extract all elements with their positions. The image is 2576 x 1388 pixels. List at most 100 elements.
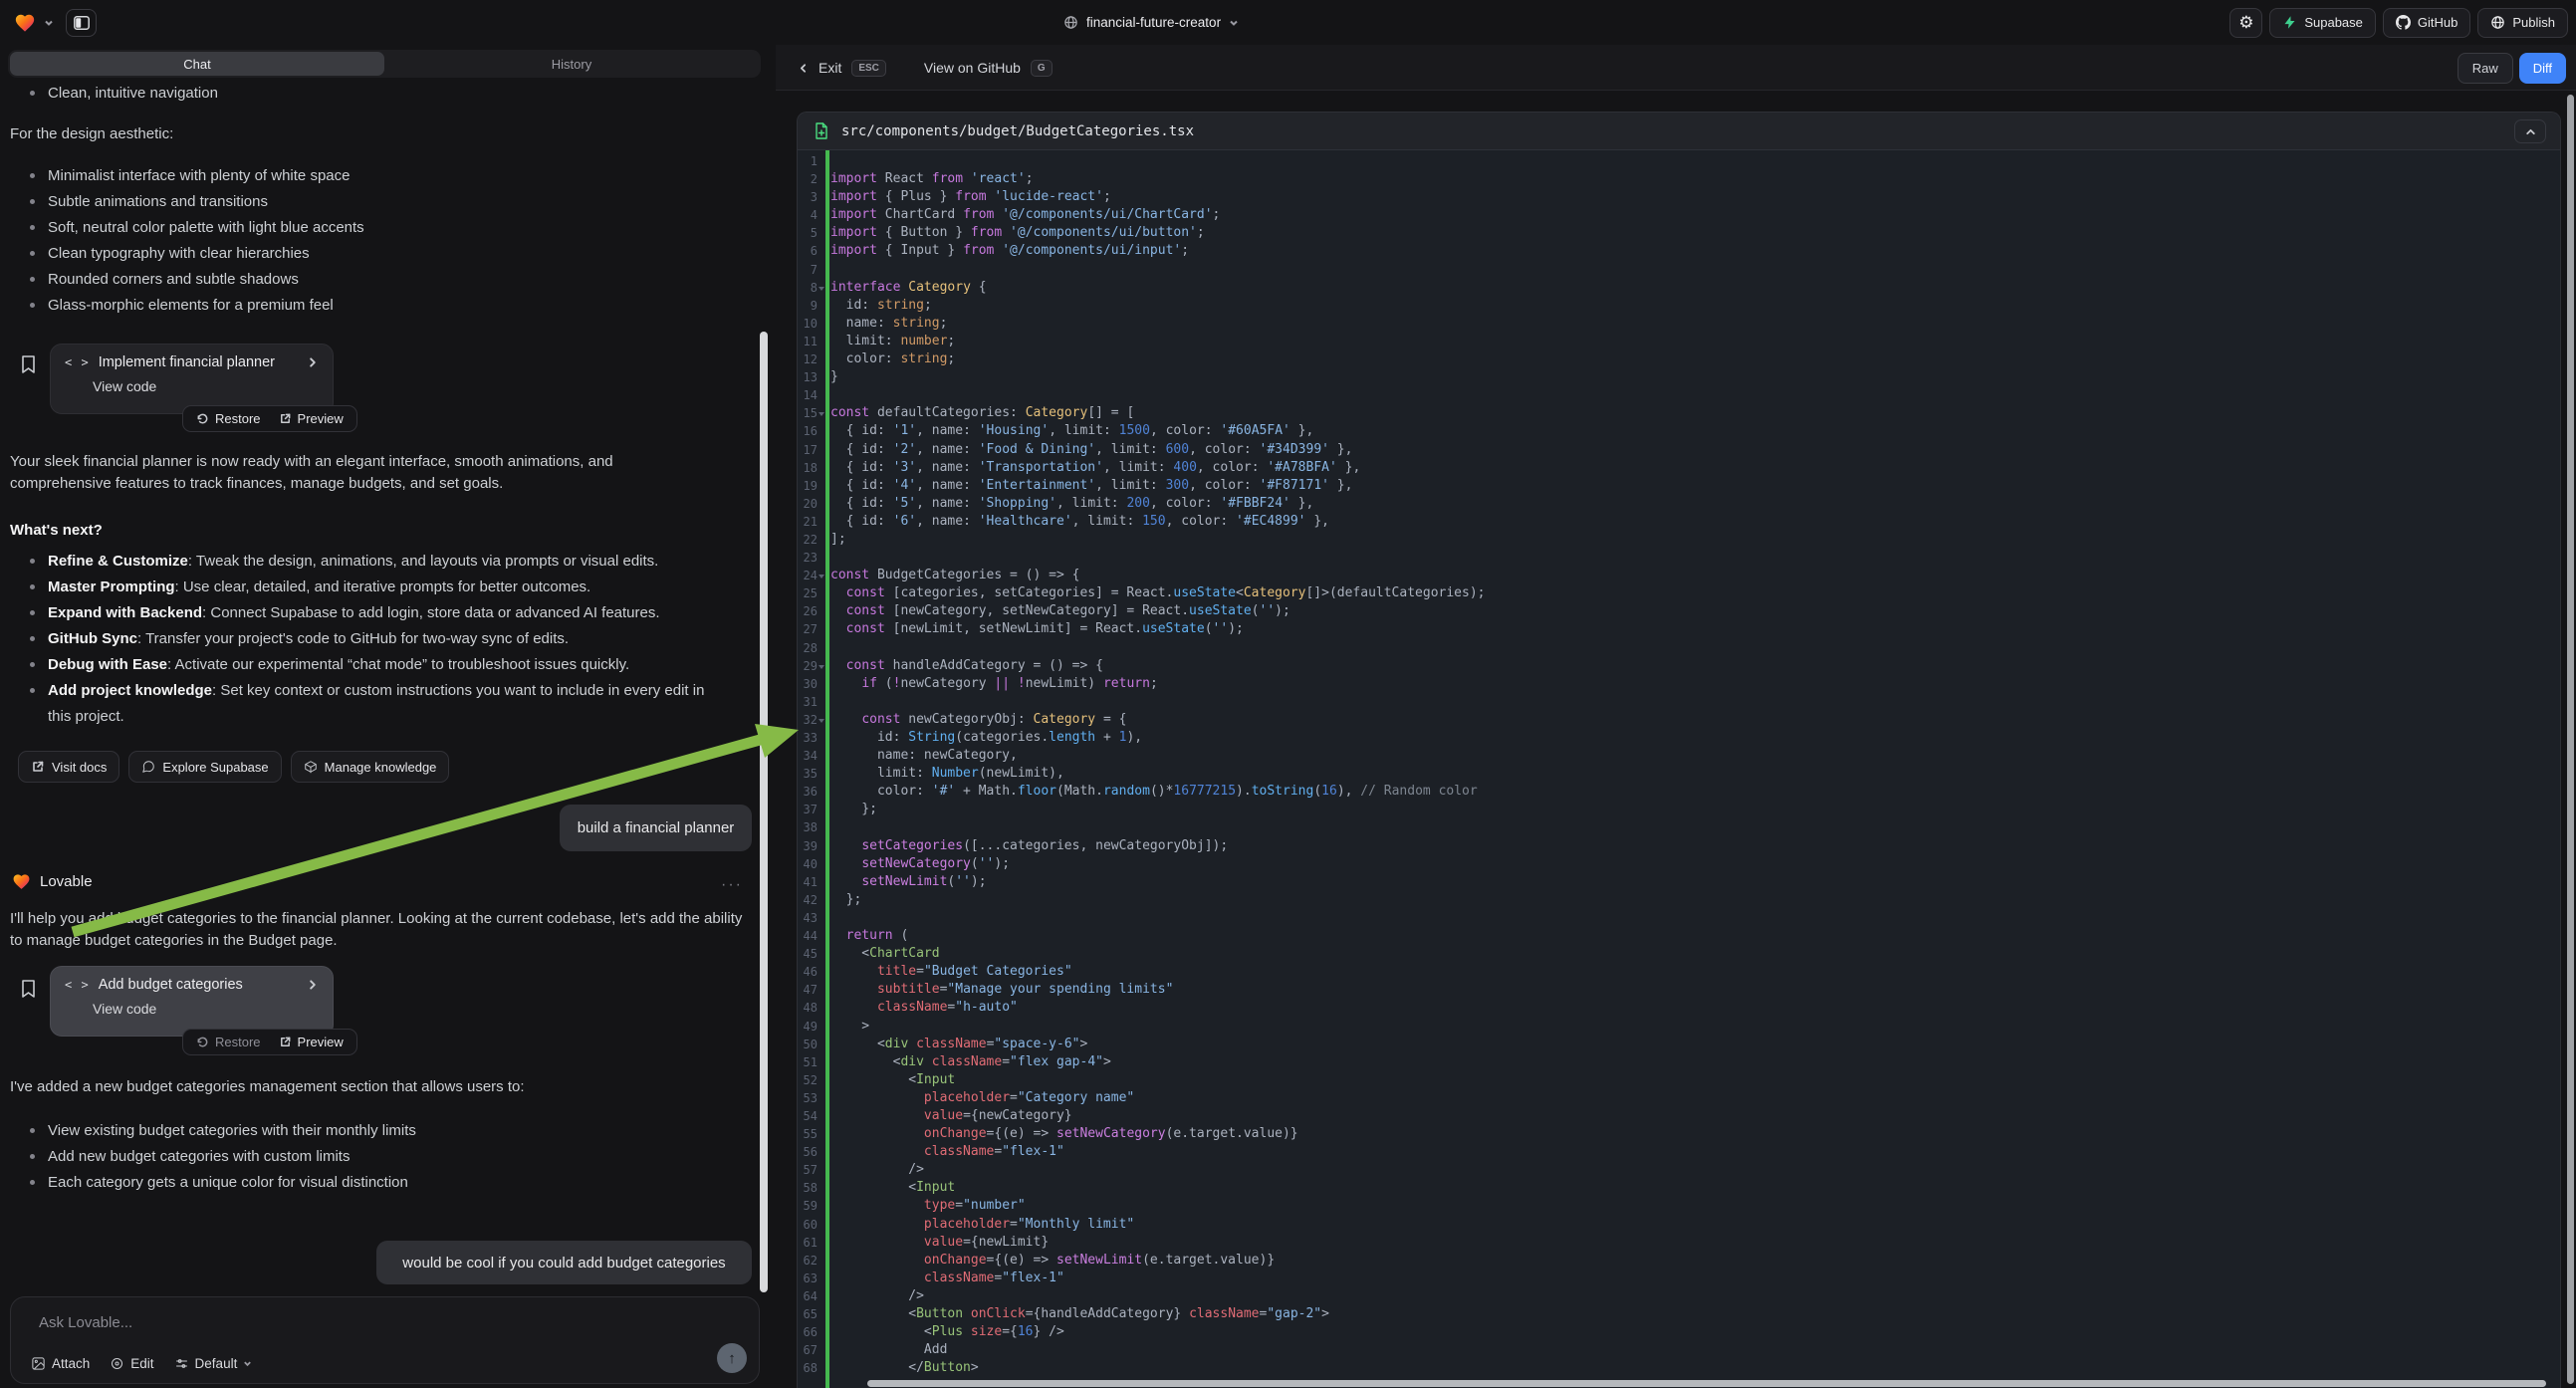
- view-code-link[interactable]: View code: [93, 378, 319, 394]
- raw-toggle-button[interactable]: Raw: [2458, 53, 2513, 84]
- view-on-github-button[interactable]: View on GitHub: [924, 60, 1021, 76]
- supabase-bolt-icon: [2282, 15, 2297, 30]
- chevron-down-icon[interactable]: [44, 18, 54, 28]
- line-number: 61: [798, 1234, 818, 1252]
- publish-button[interactable]: Publish: [2477, 8, 2568, 38]
- line-number: 49: [798, 1018, 818, 1036]
- supabase-button[interactable]: Supabase: [2269, 8, 2376, 38]
- suggestion-buttons-row: Visit docs Explore Supabase Manage knowl…: [18, 751, 449, 783]
- bookmark-icon[interactable]: [20, 354, 37, 374]
- code-line: 7: [798, 261, 2560, 279]
- list-item: Add new budget categories with custom li…: [10, 1144, 759, 1170]
- line-number: 57: [798, 1161, 818, 1179]
- view-code-link[interactable]: View code: [93, 1001, 319, 1017]
- settings-button[interactable]: ⚙: [2229, 8, 2262, 38]
- code-line: 29 const handleAddCategory = () => {: [798, 657, 2560, 675]
- fold-chevron-icon[interactable]: [819, 665, 824, 669]
- code-line: 39 setCategories([...categories, newCate…: [798, 837, 2560, 855]
- version-card-implement-financial-planner[interactable]: < > Implement financial planner View cod…: [50, 344, 334, 414]
- list-item: Clean typography with clear hierarchies: [10, 241, 759, 267]
- code-line: 56 className="flex-1": [798, 1143, 2560, 1161]
- line-number: 34: [798, 747, 818, 765]
- visit-docs-button[interactable]: Visit docs: [18, 751, 119, 783]
- code-line: 48 className="h-auto": [798, 999, 2560, 1017]
- line-number: 66: [798, 1323, 818, 1341]
- restore-button[interactable]: Restore: [187, 406, 270, 431]
- code-horizontal-scrollbar[interactable]: [867, 1380, 2546, 1387]
- code-line: 1: [798, 152, 2560, 170]
- code-line: 66 <Plus size={16} />: [798, 1323, 2560, 1341]
- list-item: Expand with Backend: Connect Supabase to…: [10, 600, 719, 626]
- fold-chevron-icon[interactable]: [819, 719, 824, 723]
- code-line: 47 subtitle="Manage your spending limits…: [798, 981, 2560, 999]
- version-card-add-budget-categories[interactable]: < > Add budget categories View code: [50, 966, 334, 1037]
- line-number: 28: [798, 639, 818, 657]
- diff-toggle-button[interactable]: Diff: [2519, 53, 2566, 84]
- project-switcher[interactable]: financial-future-creator: [1063, 0, 1239, 45]
- manage-knowledge-button[interactable]: Manage knowledge: [291, 751, 450, 783]
- exit-button[interactable]: Exit: [819, 60, 841, 76]
- mode-select[interactable]: Default: [174, 1356, 253, 1371]
- line-number: 26: [798, 602, 818, 620]
- sidebar-toggle-button[interactable]: [66, 9, 97, 37]
- preview-button[interactable]: Preview: [270, 1030, 352, 1054]
- tab-history[interactable]: History: [384, 52, 759, 76]
- line-number: 30: [798, 675, 818, 693]
- line-number: 15: [798, 404, 818, 422]
- code-line: 63 className="flex-1": [798, 1270, 2560, 1287]
- fold-chevron-icon[interactable]: [819, 575, 824, 578]
- list-item: Clean, intuitive navigation: [10, 81, 759, 107]
- send-button[interactable]: ↑: [717, 1343, 747, 1373]
- external-link-icon: [279, 1036, 292, 1048]
- esc-key-badge: ESC: [851, 60, 886, 77]
- code-icon: < >: [65, 978, 90, 992]
- code-line: 57 />: [798, 1161, 2560, 1179]
- code-editor[interactable]: 12import React from 'react';3import { Pl…: [798, 150, 2560, 1388]
- restore-button[interactable]: Restore: [187, 1030, 270, 1054]
- code-file-card: src/components/budget/BudgetCategories.t…: [797, 112, 2561, 1388]
- code-panel: Exit ESC View on GitHub G Raw Diff src/c…: [776, 45, 2576, 1388]
- github-button[interactable]: GitHub: [2383, 8, 2470, 38]
- lovable-heart-logo[interactable]: [14, 12, 36, 34]
- assistant-paragraph-2: I'll help you add budget categories to t…: [10, 908, 755, 952]
- collapse-file-button[interactable]: [2514, 119, 2546, 143]
- list-item: Debug with Ease: Activate our experiment…: [10, 652, 719, 678]
- file-path-bar[interactable]: src/components/budget/BudgetCategories.t…: [798, 113, 2560, 150]
- code-line: 11 limit: number;: [798, 333, 2560, 350]
- code-line: 4import ChartCard from '@/components/ui/…: [798, 206, 2560, 224]
- tab-chat[interactable]: Chat: [10, 52, 384, 76]
- line-number: 38: [798, 818, 818, 836]
- code-line: 67 Add: [798, 1341, 2560, 1359]
- line-number: 42: [798, 891, 818, 909]
- fold-chevron-icon[interactable]: [819, 287, 824, 291]
- code-line: 31: [798, 693, 2560, 711]
- chat-input-box[interactable]: Ask Lovable... Attach Edit Default ↑: [10, 1296, 760, 1384]
- g-key-badge: G: [1031, 60, 1053, 77]
- bookmark-icon[interactable]: [20, 979, 37, 999]
- chat-bubble-icon: [141, 760, 155, 774]
- line-number: 16: [798, 422, 818, 440]
- attach-button[interactable]: Attach: [31, 1356, 90, 1371]
- chat-input[interactable]: Ask Lovable...: [39, 1314, 132, 1331]
- edit-button[interactable]: Edit: [110, 1356, 153, 1371]
- top-bar: financial-future-creator ⚙ Supabase GitH…: [0, 0, 2576, 45]
- chat-scrollbar[interactable]: [760, 332, 768, 1292]
- publish-label: Publish: [2512, 15, 2555, 30]
- explore-supabase-button[interactable]: Explore Supabase: [128, 751, 281, 783]
- version-card-title: Implement financial planner: [99, 354, 298, 370]
- code-line: 21 { id: '6', name: 'Healthcare', limit:…: [798, 513, 2560, 531]
- restore-icon: [196, 412, 209, 425]
- message-menu-button[interactable]: ···: [721, 876, 743, 894]
- line-number: 25: [798, 584, 818, 602]
- fold-chevron-icon[interactable]: [819, 412, 824, 416]
- code-vertical-scrollbar[interactable]: [2567, 95, 2574, 1384]
- code-line: 23: [798, 549, 2560, 567]
- preview-button[interactable]: Preview: [270, 406, 352, 431]
- code-line: 34 name: newCategory,: [798, 747, 2560, 765]
- arrow-up-icon: ↑: [728, 1350, 736, 1367]
- code-line: 22];: [798, 531, 2560, 549]
- line-number: 60: [798, 1216, 818, 1234]
- chevron-down-icon: [1229, 18, 1239, 28]
- list-item: Each category gets a unique color for vi…: [10, 1170, 759, 1196]
- code-line: 27 const [newLimit, setNewLimit] = React…: [798, 620, 2560, 638]
